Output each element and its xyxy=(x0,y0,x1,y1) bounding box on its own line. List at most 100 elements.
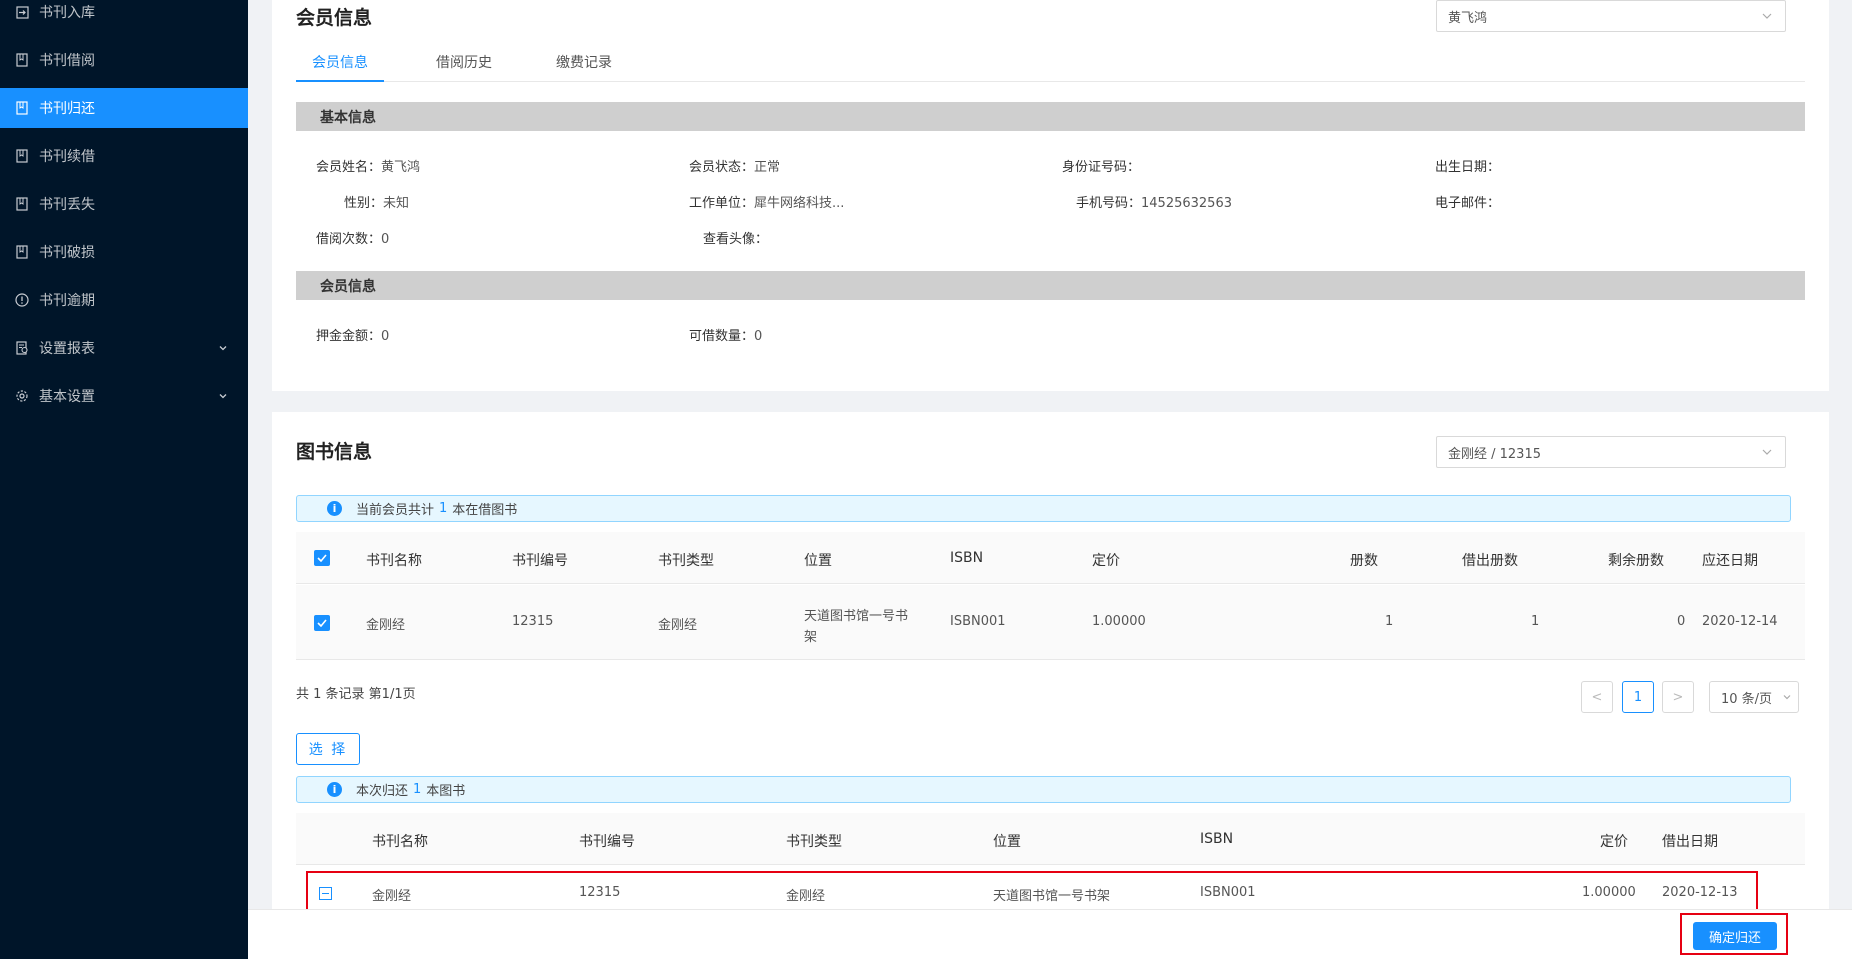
cell-book-code: 12315 xyxy=(512,614,554,629)
current-borrow-alert: i 当前会员共计 1 本在借图书 xyxy=(296,495,1791,522)
cell-price: 1.00000 xyxy=(1092,614,1146,629)
field-view-avatar: 查看头像： xyxy=(703,232,769,247)
return-table-header: 书刊名称 书刊编号 书刊类型 位置 ISBN 定价 借出日期 xyxy=(296,813,1805,865)
col-location: 位置 xyxy=(804,553,832,569)
member-tabs: 会员信息 借阅历史 缴费记录 xyxy=(296,46,1805,82)
sidebar-item-book-overdue[interactable]: 书刊逾期 xyxy=(0,280,248,320)
col-isbn: ISBN xyxy=(1200,831,1234,847)
member-select[interactable]: 黄飞鸿 xyxy=(1436,0,1786,32)
sidebar-item-book-renew[interactable]: 书刊续借 xyxy=(0,136,248,176)
cell-location: 天道图书馆一号书架 xyxy=(804,609,909,645)
sidebar-item-book-lost[interactable]: 书刊丢失 xyxy=(0,184,248,224)
borrowed-table-header: 书刊名称 书刊编号 书刊类型 位置 ISBN 定价 册数 借出册数 剩余册数 应… xyxy=(296,532,1805,584)
col-book-name: 书刊名称 xyxy=(366,553,422,569)
chevron-down-icon xyxy=(218,341,228,357)
col-copies: 册数 xyxy=(1350,553,1378,569)
next-page-button[interactable]: > xyxy=(1662,681,1694,713)
book-card-title: 图书信息 xyxy=(296,441,373,463)
info-icon: i xyxy=(327,782,342,797)
table-row[interactable]: 金刚经 12315 金刚经 天道图书馆一号书架 ISBN001 1.00000 … xyxy=(296,585,1805,660)
field-member-name: 会员姓名：黄飞鸿 xyxy=(316,160,421,175)
pagination-summary: 共 1 条记录 第1/1页 xyxy=(296,687,416,702)
row-checkbox[interactable] xyxy=(314,615,330,631)
select-all-checkbox[interactable] xyxy=(314,550,330,566)
cell-book-name: 金刚经 xyxy=(366,618,406,633)
chevron-down-icon xyxy=(1761,10,1773,26)
field-email: 电子邮件： xyxy=(1435,196,1501,211)
col-remaining-copies: 剩余册数 xyxy=(1608,553,1664,569)
sidebar-item-label: 书刊归还 xyxy=(39,101,95,117)
main-content: 会员信息 黄飞鸿 会员信息 借阅历史 缴费记录 基本信息 会员姓名：黄飞鸿 会员… xyxy=(248,0,1852,959)
sidebar: 书刊入库 书刊借阅 书刊归还 书刊续借 书刊丢失 书刊破损 书刊逾期 设置报表 … xyxy=(0,0,248,959)
col-book-type: 书刊类型 xyxy=(786,834,842,850)
sidebar-item-book-borrow[interactable]: 书刊借阅 xyxy=(0,40,248,80)
cell-lent-copies: 1 xyxy=(1531,614,1540,629)
sidebar-item-book-return[interactable]: 书刊归还 xyxy=(0,88,248,128)
book-icon xyxy=(14,196,30,212)
field-deposit: 押金金额：0 xyxy=(316,329,390,344)
book-icon xyxy=(14,52,30,68)
sidebar-item-label: 书刊续借 xyxy=(39,149,95,165)
sidebar-item-label: 书刊丢失 xyxy=(39,197,95,213)
exclamation-circle-icon xyxy=(14,292,30,308)
member-info-section-header: 会员信息 xyxy=(296,271,1805,300)
import-icon xyxy=(14,4,30,20)
cell-copies: 1 xyxy=(1385,614,1394,629)
highlight-box-button xyxy=(1680,913,1788,955)
book-select-value: 金刚经 / 12315 xyxy=(1448,446,1541,462)
col-lent-copies: 借出册数 xyxy=(1462,553,1518,569)
sidebar-item-book-import[interactable]: 书刊入库 xyxy=(0,0,248,32)
cell-book-type: 金刚经 xyxy=(658,618,698,633)
sidebar-item-label: 书刊逾期 xyxy=(39,293,95,309)
sidebar-item-basic-settings[interactable]: 基本设置 xyxy=(0,376,248,416)
return-count-alert: i 本次归还 1 本图书 xyxy=(296,776,1791,803)
chevron-down-icon xyxy=(1761,446,1773,462)
cell-isbn: ISBN001 xyxy=(950,614,1006,629)
col-book-name: 书刊名称 xyxy=(372,834,428,850)
field-work-unit: 工作单位：犀牛网络科技... xyxy=(689,196,845,211)
field-borrow-count: 借阅次数：0 xyxy=(316,232,390,247)
basic-info-section-header: 基本信息 xyxy=(296,102,1805,131)
col-book-code: 书刊编号 xyxy=(512,553,568,569)
gear-icon xyxy=(14,388,30,404)
info-icon: i xyxy=(327,501,342,516)
book-icon xyxy=(14,244,30,260)
book-icon xyxy=(14,148,30,164)
chevron-down-icon xyxy=(1782,691,1792,706)
member-select-value: 黄飞鸿 xyxy=(1448,10,1488,26)
tab-payment-records[interactable]: 缴费记录 xyxy=(556,52,612,72)
page-size-select[interactable]: 10 条/页 xyxy=(1709,681,1799,713)
tab-member-info[interactable]: 会员信息 xyxy=(312,52,368,72)
cell-due-date: 2020-12-14 xyxy=(1702,614,1778,629)
report-icon xyxy=(14,340,30,356)
book-icon xyxy=(14,100,30,116)
footer-bar: 确定归还 xyxy=(248,909,1852,959)
field-birth-date: 出生日期： xyxy=(1435,160,1501,175)
sidebar-item-report-settings[interactable]: 设置报表 xyxy=(0,328,248,368)
tab-borrow-history[interactable]: 借阅历史 xyxy=(436,52,492,72)
sidebar-item-label: 设置报表 xyxy=(39,341,95,357)
col-due-date: 应还日期 xyxy=(1702,553,1758,569)
sidebar-item-book-damaged[interactable]: 书刊破损 xyxy=(0,232,248,272)
cell-remaining-copies: 0 xyxy=(1677,614,1686,629)
sidebar-item-label: 书刊破损 xyxy=(39,245,95,261)
page-1-button[interactable]: 1 xyxy=(1622,681,1654,713)
field-borrowable: 可借数量：0 xyxy=(689,329,763,344)
sidebar-item-label: 书刊借阅 xyxy=(39,53,95,69)
sidebar-item-label: 书刊入库 xyxy=(39,5,95,21)
member-card-title: 会员信息 xyxy=(296,7,373,29)
col-price: 定价 xyxy=(1092,553,1120,569)
field-member-status: 会员状态：正常 xyxy=(689,160,781,175)
highlight-box-row xyxy=(306,871,1758,911)
select-button[interactable]: 选 择 xyxy=(296,733,360,765)
field-id-number: 身份证号码： xyxy=(1062,160,1141,175)
chevron-down-icon xyxy=(218,389,228,405)
tab-active-indicator xyxy=(296,80,384,82)
field-gender: 性别：未知 xyxy=(344,196,410,211)
col-book-type: 书刊类型 xyxy=(658,553,714,569)
prev-page-button[interactable]: < xyxy=(1581,681,1613,713)
field-phone: 手机号码：14525632563 xyxy=(1076,196,1232,211)
book-select[interactable]: 金刚经 / 12315 xyxy=(1436,436,1786,468)
member-info-card: 会员信息 黄飞鸿 会员信息 借阅历史 缴费记录 基本信息 会员姓名：黄飞鸿 会员… xyxy=(272,0,1829,391)
col-book-code: 书刊编号 xyxy=(579,834,635,850)
